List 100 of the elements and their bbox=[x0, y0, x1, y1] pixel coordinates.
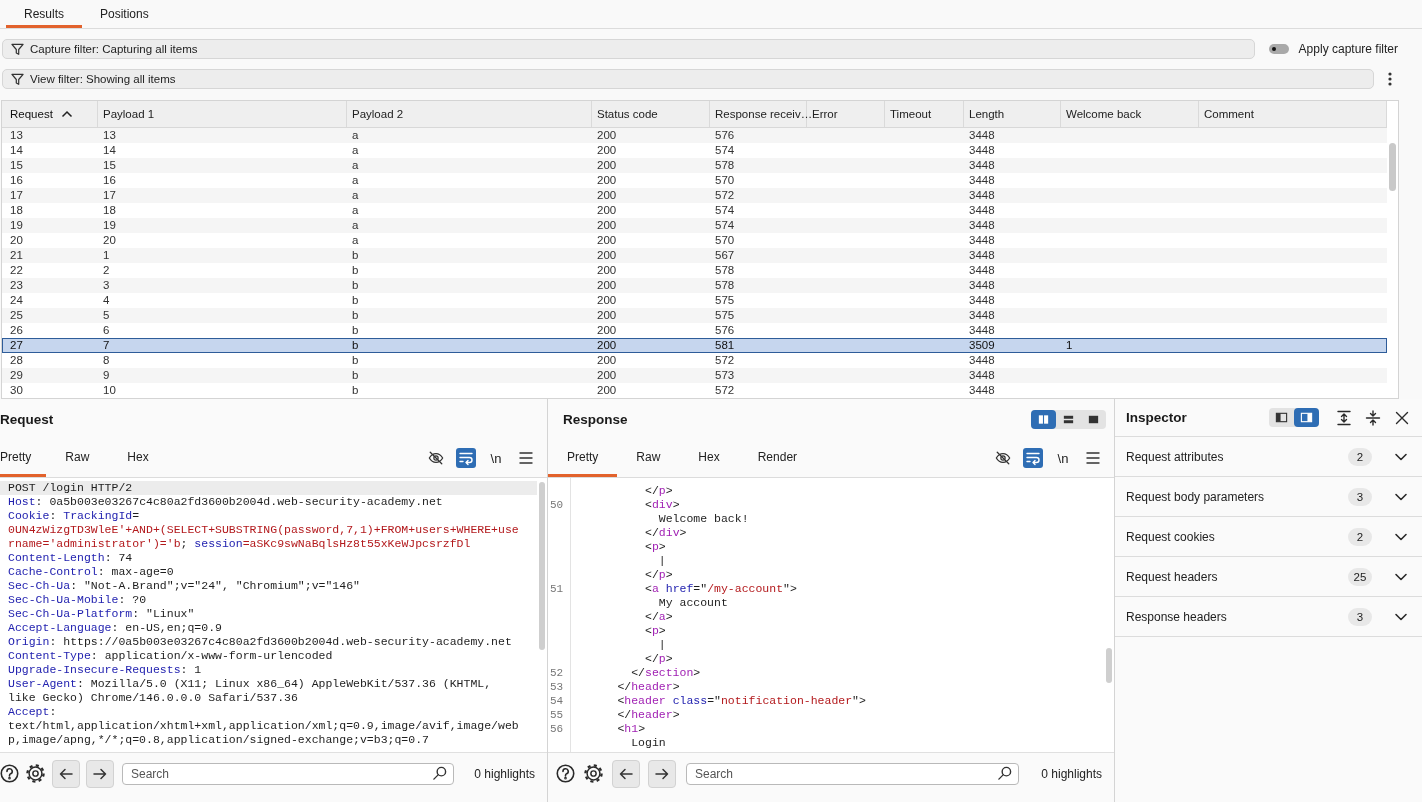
code-line: <h1> bbox=[616, 722, 647, 736]
table-cell-text: 3448 bbox=[968, 293, 996, 308]
wrap-button[interactable] bbox=[1023, 448, 1043, 468]
table-cell-text: 17 bbox=[9, 188, 24, 203]
column-header[interactable]: Welcome back bbox=[1061, 101, 1199, 127]
newlines-button[interactable]: \n bbox=[1053, 448, 1073, 468]
columns-icon bbox=[1037, 412, 1050, 426]
line-number: 50 bbox=[549, 498, 565, 512]
search-field[interactable]: Search bbox=[686, 762, 1020, 785]
back-button[interactable] bbox=[612, 759, 640, 788]
tab[interactable]: Raw bbox=[617, 439, 680, 477]
code-line: Origin: https://0a5b003e03267c4c80a2fd3600b2004d.web-security-academy.net bbox=[7, 635, 513, 649]
table-row[interactable]: 29 9 b 200 573 3448 bbox=[2, 368, 1387, 383]
table-cell-text: 16 bbox=[102, 173, 117, 188]
table-row[interactable]: 21 1 b 200 567 3448 bbox=[2, 248, 1387, 263]
table-cell-text: 574 bbox=[714, 218, 736, 233]
table-cell-text: 3448 bbox=[968, 323, 996, 338]
code-line: Sec-Ch-Ua-Mobile: ?0 bbox=[7, 593, 148, 607]
column-header[interactable]: Timeout bbox=[885, 101, 964, 127]
highlights-count: 0 highlights bbox=[474, 766, 535, 781]
tab[interactable]: Render bbox=[738, 439, 817, 477]
capture-filter-bar[interactable]: Capture filter: Capturing all items bbox=[2, 39, 1255, 59]
count-badge: 25 bbox=[1348, 567, 1372, 586]
table-cell-text: b bbox=[351, 383, 360, 398]
table-cell-text: 570 bbox=[714, 173, 736, 188]
code-line: </header> bbox=[616, 708, 681, 722]
column-header[interactable]: Error bbox=[807, 101, 885, 127]
table-cell-text: 200 bbox=[596, 338, 618, 353]
inspector-section[interactable]: Request attributes 2 bbox=[1115, 437, 1422, 477]
column-header[interactable]: Status code bbox=[592, 101, 710, 127]
table-cell-text: b bbox=[351, 263, 360, 278]
back-button[interactable] bbox=[52, 759, 80, 788]
table-cell-text: 200 bbox=[596, 248, 618, 263]
forward-button[interactable] bbox=[86, 759, 114, 788]
table-cell-text: a bbox=[351, 188, 360, 203]
tab[interactable]: Hex bbox=[108, 439, 168, 477]
column-header[interactable]: Request bbox=[2, 101, 98, 127]
layout-button[interactable] bbox=[1294, 408, 1319, 427]
expand-icon[interactable] bbox=[1336, 409, 1352, 426]
code-line: Cache-Control: max-age=0 bbox=[7, 565, 175, 579]
table-row[interactable]: 13 13 a 200 576 3448 bbox=[2, 128, 1387, 143]
table-cell-text: 200 bbox=[596, 308, 618, 323]
table-cell-text: 29 bbox=[9, 368, 24, 383]
tab[interactable]: Results bbox=[6, 0, 82, 28]
table-row[interactable]: 19 19 a 200 574 3448 bbox=[2, 218, 1387, 233]
table-row[interactable]: 27 7 b 200 581 3509 1 bbox=[2, 338, 1387, 353]
settings-icon[interactable] bbox=[25, 763, 46, 784]
table-row[interactable]: 25 5 b 200 575 3448 bbox=[2, 308, 1387, 323]
scrollbar[interactable] bbox=[1389, 143, 1396, 191]
inspector-section[interactable]: Request body parameters 3 bbox=[1115, 477, 1422, 517]
code-line: <p> bbox=[644, 624, 667, 638]
view-filter-bar[interactable]: View filter: Showing all items bbox=[2, 69, 1374, 89]
table-cell-text: 4 bbox=[102, 293, 111, 308]
settings-icon[interactable] bbox=[583, 763, 604, 784]
menu-icon bbox=[518, 450, 534, 466]
column-header[interactable]: Payload 2 bbox=[347, 101, 592, 127]
newlines-button[interactable]: \n bbox=[486, 448, 506, 468]
scrollbar[interactable] bbox=[539, 482, 545, 650]
table-cell-text: 7 bbox=[102, 338, 111, 353]
tab[interactable]: Hex bbox=[679, 439, 739, 477]
panel-title: Request bbox=[0, 411, 54, 427]
table-cell-text: 6 bbox=[102, 323, 111, 338]
toggle-switch[interactable] bbox=[1268, 44, 1289, 54]
table-row[interactable]: 17 17 a 200 572 3448 bbox=[2, 188, 1387, 203]
table-cell-text: 570 bbox=[714, 233, 736, 248]
table-row[interactable]: 23 3 b 200 578 3448 bbox=[2, 278, 1387, 293]
tab[interactable]: Positions bbox=[82, 0, 167, 28]
search-field[interactable]: Search bbox=[122, 762, 455, 785]
count-badge: 3 bbox=[1348, 607, 1372, 626]
table-cell-text: 3448 bbox=[968, 263, 996, 278]
table-cell-text: 9 bbox=[102, 368, 111, 383]
more-options-icon[interactable] bbox=[1388, 72, 1392, 86]
tab[interactable]: Raw bbox=[46, 439, 109, 477]
help-icon[interactable] bbox=[556, 764, 575, 783]
inspector-section[interactable]: Request cookies 2 bbox=[1115, 517, 1422, 557]
inspector-section[interactable]: Response headers 3 bbox=[1115, 597, 1422, 637]
table-cell-text: 18 bbox=[9, 203, 24, 218]
code-line: rname='administrator')='b; session=aSKc9swNaBqlsHz8t55xKeWJpcsrzfDl bbox=[7, 537, 472, 551]
table-cell-text: 572 bbox=[714, 383, 736, 398]
table-cell-text: 578 bbox=[714, 278, 736, 293]
table-cell-text: 15 bbox=[102, 158, 117, 173]
table-cell-text: 15 bbox=[9, 158, 24, 173]
column-header[interactable]: Payload 1 bbox=[98, 101, 347, 127]
collapse-icon[interactable] bbox=[1365, 409, 1381, 426]
forward-button[interactable] bbox=[648, 759, 676, 788]
table-cell-text: 200 bbox=[596, 188, 618, 203]
inspector-section[interactable]: Request headers 25 bbox=[1115, 557, 1422, 597]
table-cell-text: 200 bbox=[596, 203, 618, 218]
close-icon[interactable] bbox=[1394, 409, 1410, 426]
code-line: </header> bbox=[616, 680, 681, 694]
table-row[interactable]: 15 15 a 200 578 3448 bbox=[2, 158, 1387, 173]
layout-button[interactable] bbox=[1031, 409, 1056, 429]
table-cell-text: 27 bbox=[9, 338, 24, 353]
help-icon[interactable] bbox=[0, 764, 19, 783]
table-cell-text: 3509 bbox=[968, 338, 996, 353]
column-header[interactable]: Length bbox=[964, 101, 1061, 127]
table-cell-text: 200 bbox=[596, 293, 618, 308]
scrollbar[interactable] bbox=[1106, 648, 1112, 683]
wrap-button[interactable] bbox=[456, 448, 476, 468]
table-cell-text: b bbox=[351, 248, 360, 263]
